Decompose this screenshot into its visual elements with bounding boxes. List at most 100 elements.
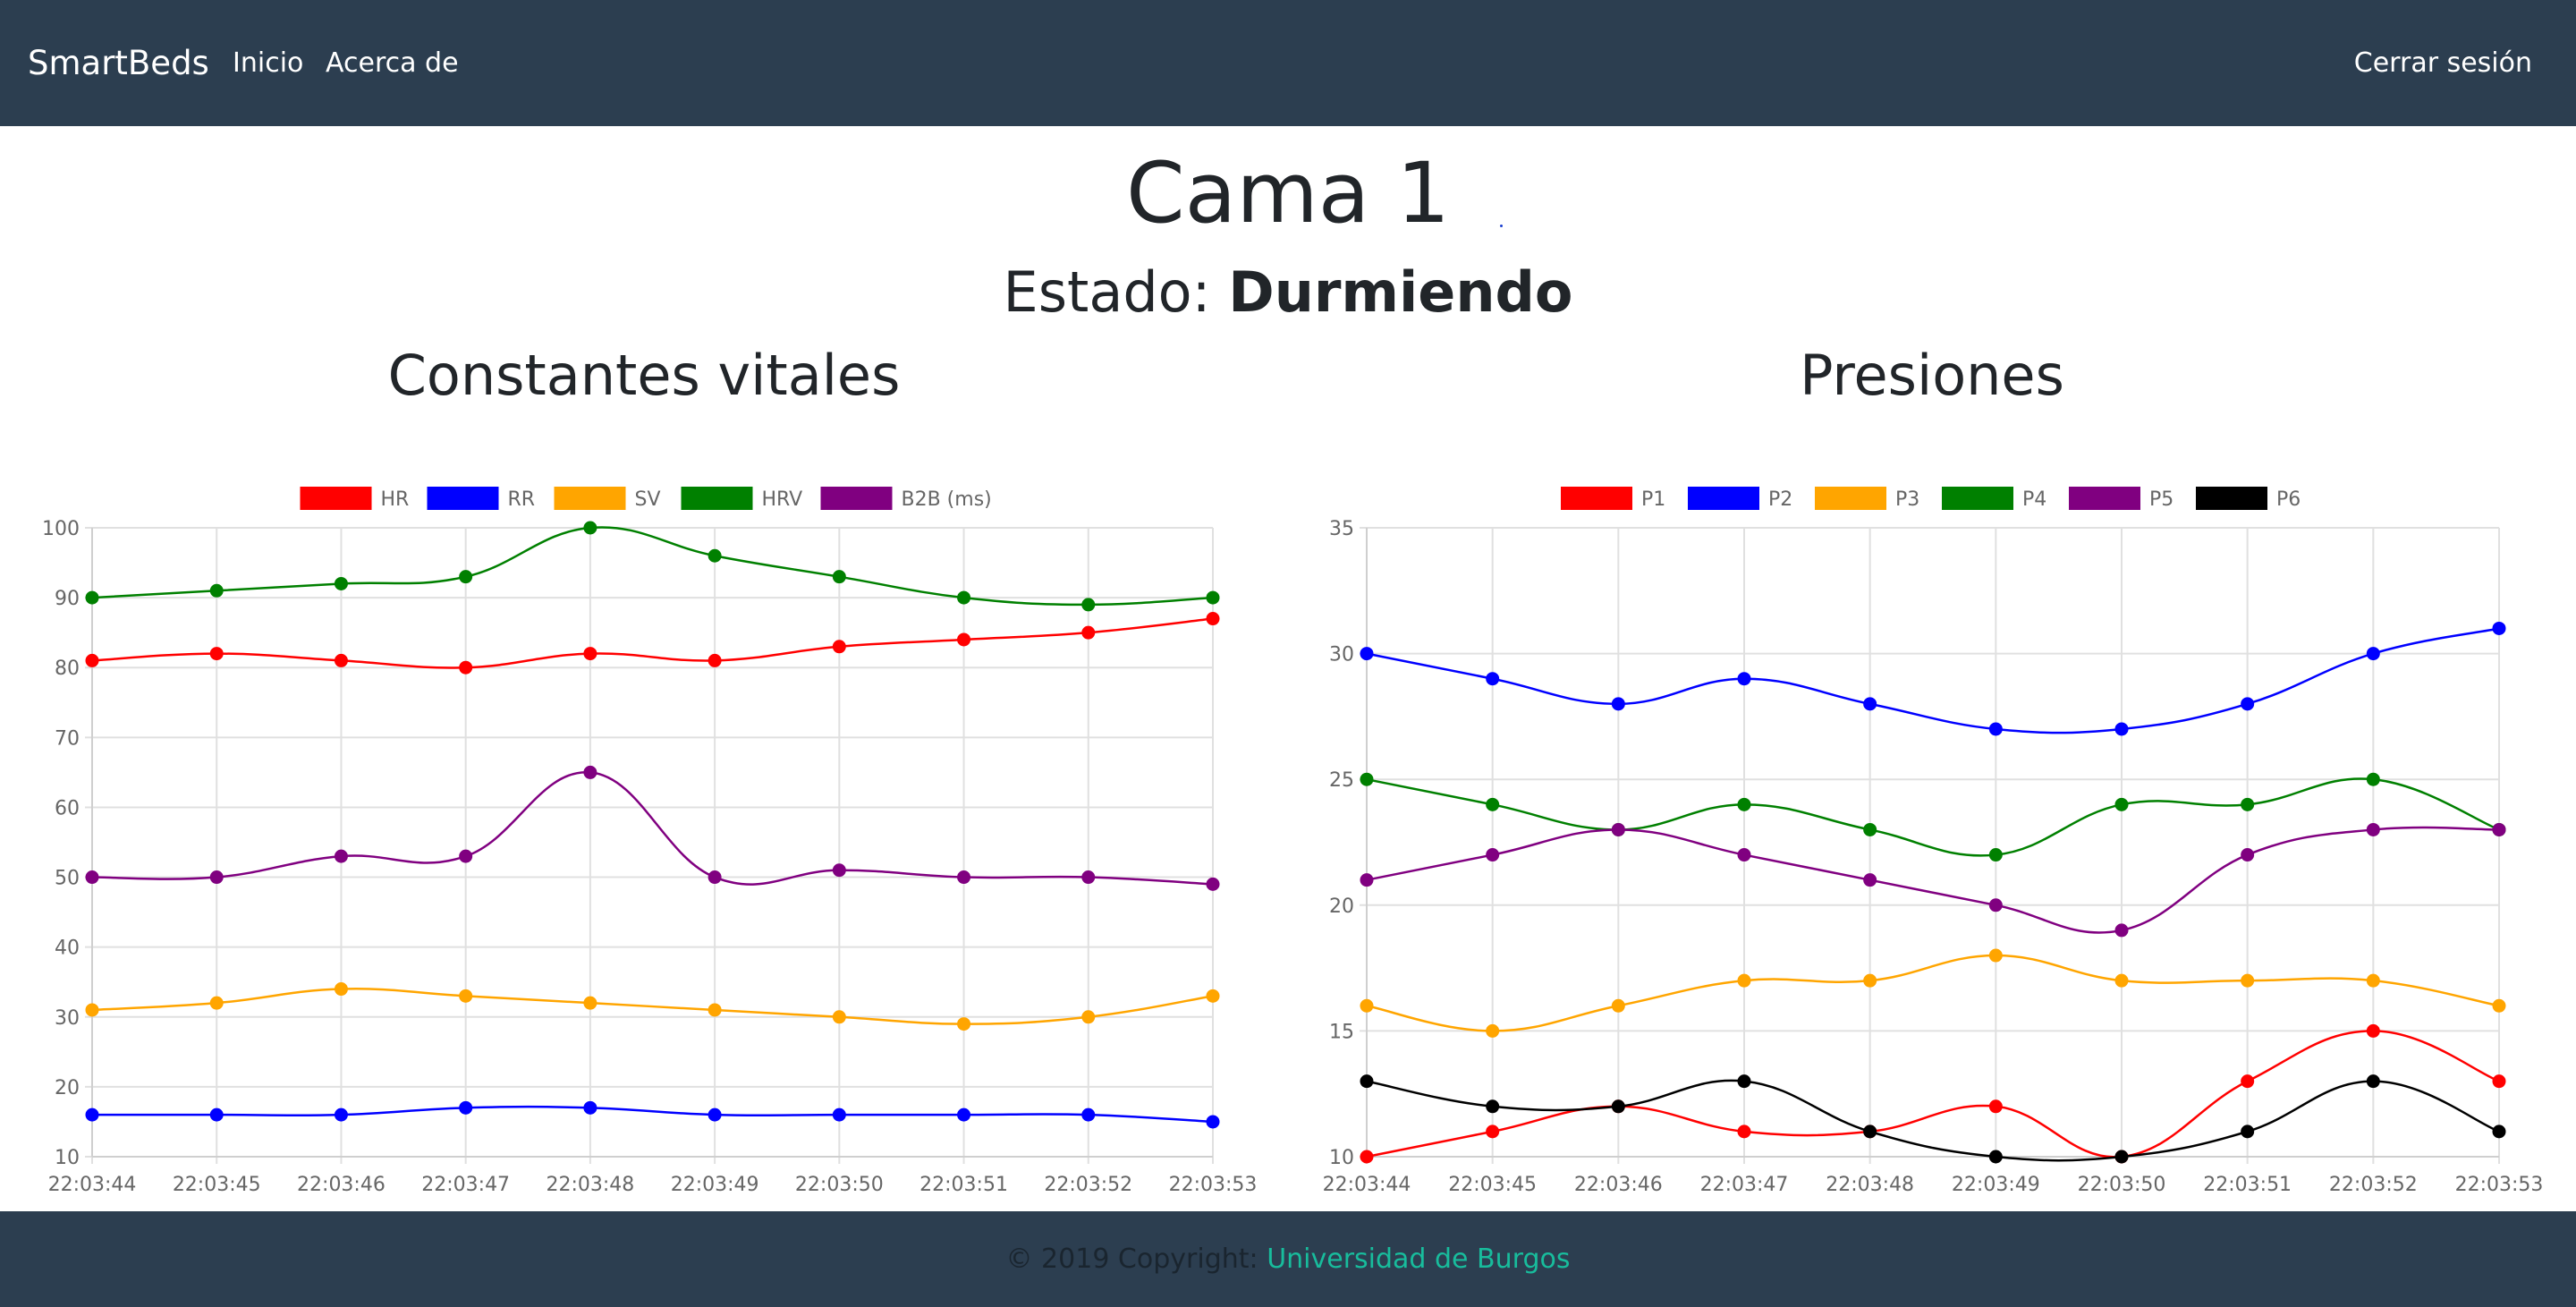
x-tick-label: 22:03:48 (1826, 1174, 1914, 1196)
y-tick-label: 25 (1329, 769, 1354, 792)
legend-label: P2 (1768, 488, 1792, 511)
data-point (1737, 672, 1751, 686)
data-point (1360, 998, 1374, 1013)
x-tick-label: 22:03:51 (919, 1174, 1008, 1196)
series-line (1366, 1030, 2500, 1158)
legend-swatch (2196, 487, 2267, 510)
y-tick-label: 20 (1329, 895, 1354, 918)
data-point (209, 647, 224, 661)
data-point (1081, 625, 1096, 640)
data-point (1206, 1115, 1220, 1129)
legend-label: P3 (1895, 488, 1919, 511)
nav-link-inicio[interactable]: Inicio (233, 0, 303, 126)
legend-label: P5 (2149, 488, 2174, 511)
legend-swatch (427, 487, 499, 510)
x-tick-label: 22:03:46 (1574, 1174, 1663, 1196)
x-tick-label: 22:03:44 (48, 1174, 137, 1196)
data-point (1486, 848, 1500, 862)
x-tick-label: 22:03:52 (2329, 1174, 2418, 1196)
data-point (1863, 697, 1877, 711)
data-point (2114, 923, 2129, 938)
data-point (583, 647, 597, 661)
data-point (1206, 590, 1220, 605)
data-point (1611, 1099, 1625, 1114)
data-point (1737, 848, 1751, 862)
logout-link[interactable]: Cerrar sesión (2354, 0, 2532, 126)
series-line (1366, 826, 2500, 934)
data-point (832, 640, 846, 654)
data-point (459, 849, 473, 863)
data-point (2241, 973, 2255, 988)
data-point (1988, 848, 2003, 862)
data-point (2114, 797, 2129, 811)
data-point (1863, 873, 1877, 887)
data-point (209, 996, 224, 1010)
data-point (583, 1100, 597, 1115)
vitals-heading: Constantes vitales (387, 343, 901, 408)
brand-link[interactable]: SmartBeds (28, 0, 209, 126)
data-point (2241, 1125, 2255, 1139)
x-tick-label: 22:03:47 (1700, 1174, 1789, 1196)
data-point (459, 570, 473, 584)
data-point (85, 653, 99, 667)
x-tick-label: 22:03:47 (421, 1174, 510, 1196)
y-tick-label: 35 (1329, 518, 1354, 540)
data-point (2366, 1023, 2380, 1038)
nav-link-acerca[interactable]: Acerca de (326, 0, 459, 126)
data-point (1081, 870, 1096, 885)
data-point (1360, 873, 1374, 887)
data-point (85, 590, 99, 605)
x-tick-label: 22:03:49 (671, 1174, 759, 1196)
legend-label: HRV (762, 488, 803, 511)
status-value: Durmiendo (1228, 259, 1573, 325)
y-tick-label: 10 (55, 1147, 80, 1169)
data-point (459, 989, 473, 1003)
data-point (209, 583, 224, 598)
x-tick-label: 22:03:46 (297, 1174, 386, 1196)
legend-swatch (820, 487, 893, 510)
series-line (91, 617, 1214, 669)
data-point (1737, 797, 1751, 811)
legend-label: SV (635, 488, 661, 511)
data-point (2114, 973, 2129, 988)
copyright-text: © 2019 Copyright: (1005, 1243, 1258, 1275)
data-point (708, 870, 722, 885)
legend-swatch (554, 487, 626, 510)
data-point (1486, 672, 1500, 686)
y-tick-label: 60 (55, 797, 80, 819)
y-tick-label: 10 (1329, 1147, 1354, 1169)
legend-swatch (1561, 487, 1632, 510)
data-point (1360, 772, 1374, 786)
data-point (2492, 1074, 2506, 1089)
x-tick-label: 22:03:50 (2078, 1174, 2166, 1196)
series-line (91, 526, 1214, 607)
data-point (1611, 998, 1625, 1013)
data-point (2492, 822, 2506, 836)
data-point (708, 548, 722, 563)
data-point (2241, 797, 2255, 811)
page-title: Cama 1 (1125, 145, 1451, 242)
university-link[interactable]: Universidad de Burgos (1267, 1243, 1570, 1275)
x-tick-label: 22:03:51 (2203, 1174, 2292, 1196)
data-point (1360, 647, 1374, 661)
data-point (2492, 1125, 2506, 1139)
y-tick-label: 40 (55, 938, 80, 960)
data-point (1206, 877, 1220, 891)
y-tick-label: 30 (1329, 644, 1354, 666)
data-point (708, 1108, 722, 1122)
y-tick-label: 15 (1329, 1021, 1354, 1043)
data-point (2241, 1074, 2255, 1089)
data-point (2114, 722, 2129, 736)
data-point (85, 1003, 99, 1017)
data-point (1737, 973, 1751, 988)
data-point (583, 765, 597, 779)
data-point (1737, 1074, 1751, 1089)
legend-swatch (1942, 487, 2013, 510)
data-point (708, 653, 722, 667)
x-tick-label: 22:03:45 (173, 1174, 261, 1196)
data-point (1081, 598, 1096, 612)
data-point (1988, 1150, 2003, 1164)
series-line (91, 988, 1214, 1025)
data-point (2366, 822, 2380, 836)
legend-label: HR (381, 488, 410, 511)
